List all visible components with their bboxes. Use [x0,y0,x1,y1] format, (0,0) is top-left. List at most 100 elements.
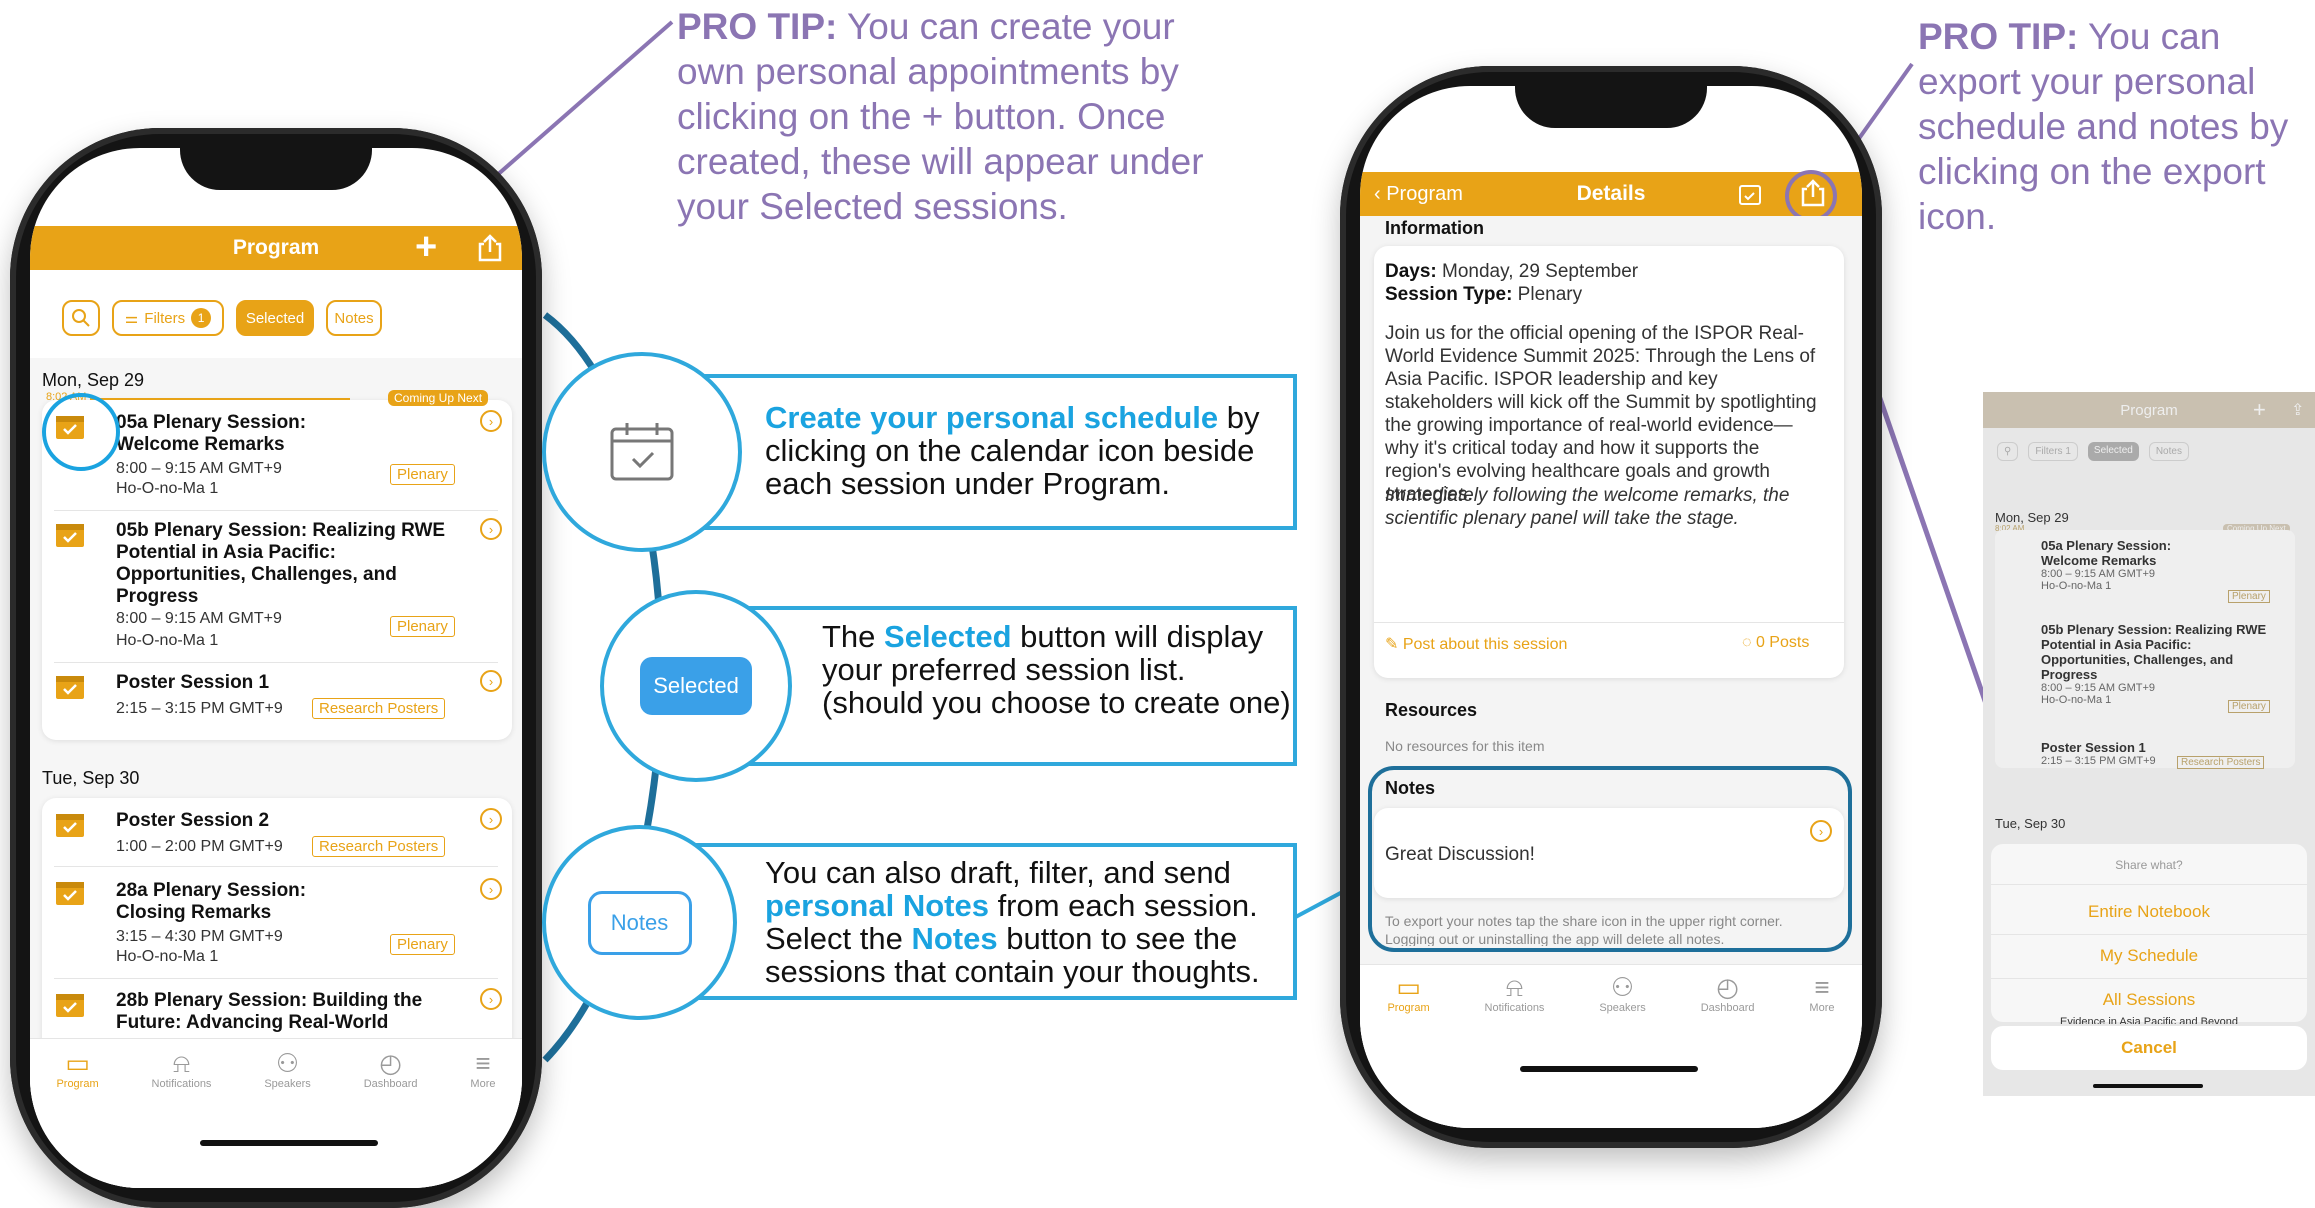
session-title[interactable]: 05b Plenary Session: Realizing RWE Poten… [116,520,468,608]
callout-notes-circle: Notes [542,825,737,1020]
calendar-check-icon[interactable] [55,990,85,1018]
selected-pill: Selected [2087,442,2139,461]
session-description-2: Immediately following the welcome remark… [1385,485,1790,529]
post-about-link[interactable]: ✎ Post about this session [1385,634,1567,654]
phone-notch [1515,86,1707,128]
session-time: 1:00 – 2:00 PM GMT+9 [116,838,283,855]
selected-button[interactable]: Selected [236,300,314,336]
tab-dashboard[interactable]: ◴ Dashboard [364,1048,418,1090]
tab-more[interactable]: ≡ More [470,1048,495,1090]
export-icon[interactable] [477,234,503,262]
filters-pill: Filters 1 [2028,442,2078,461]
posts-count[interactable]: ◌ 0 Posts [1742,634,1809,652]
session-time: 3:15 – 4:30 PM GMT+9 [116,928,283,945]
details-title: Details [1576,182,1646,205]
export-highlight-circle [1785,170,1837,222]
session-time: 8:00 – 9:15 AM GMT+9 [116,610,282,627]
notes-pill: Notes [2148,442,2189,461]
calendar-icon: ▭ [65,1048,90,1078]
chevron-right-icon[interactable]: › [480,808,502,830]
session-title[interactable]: 05a Plenary Session: Welcome Remarks [116,412,346,456]
session-title[interactable]: Poster Session 1 [116,672,416,694]
chat-icon: ◌ [1742,634,1756,651]
cancel-button[interactable]: Cancel [1991,1026,2307,1070]
session-location: Ho-O-no-Ma 1 [116,632,219,649]
type-line: Session Type: Plenary [1385,284,1583,305]
export-icon: ⇪ [2291,402,2305,419]
resources-title: Resources [1385,700,1478,720]
details-screen: ‹ Program Details Information Days: Mond… [1360,86,1862,1128]
tab-more[interactable]: ≡ More [1809,972,1834,1014]
tab-notifications[interactable]: ⍾ Notifications [1485,972,1545,1014]
phone-notch [180,148,372,190]
chevron-right-icon[interactable]: › [480,670,502,692]
session-tag: Plenary [390,616,455,637]
phone-details: ‹ Program Details Information Days: Mond… [1340,66,1882,1148]
home-indicator [200,1140,378,1146]
share-sheet: Share what? Entire Notebook My Schedule … [1991,844,2307,1022]
notes-button-sample: Notes [587,890,692,955]
pro-tip-left: PRO TIP: You can create your own persona… [677,6,1204,227]
share-screen: Program + ⇪ ⚲ Filters 1 Selected Notes M… [1983,392,2315,1096]
share-sheet-title: Share what? [2115,858,2183,872]
search-icon [72,309,90,327]
session-tag: Research Posters [312,698,446,719]
add-icon: + [2253,397,2266,422]
calendar-check-icon[interactable] [55,810,85,838]
tab-bar: ▭ Program ⍾ Notifications ⚇ Speakers ◴ Dashb… [1360,972,1862,1014]
calendar-check-icon [610,423,674,481]
share-session-2: 05b Plenary Session: Realizing RWE Poten… [2041,622,2267,706]
phone-program: Program + ⚌ Filters 1 Selected Notes Mon… [10,128,542,1208]
program-header: Program + [30,226,522,270]
gauge-icon: ◴ [379,1048,402,1078]
tab-speakers[interactable]: ⚇ Speakers [1599,972,1645,1014]
callout-schedule-text: Create your personal schedule by clickin… [765,400,1260,501]
edit-icon: ✎ [1385,636,1403,653]
program-header-title: Program [232,236,320,259]
calendar-icon: ▭ [1396,972,1421,1002]
tab-speakers[interactable]: ⚇ Speakers [264,1048,310,1090]
share-header: Program + ⇪ [1983,392,2315,428]
notes-button[interactable]: Notes [326,300,382,336]
share-tag: Research Posters [2177,756,2265,769]
session-title[interactable]: 28a Plenary Session: Closing Remarks [116,880,346,924]
day-label-mon: Mon, Sep 29 [42,370,145,390]
session-time: 8:00 – 9:15 AM GMT+9 [116,460,282,477]
add-icon[interactable]: + [415,228,437,266]
calendar-check-icon[interactable] [55,672,85,700]
program-screen: Program + ⚌ Filters 1 Selected Notes Mon… [30,148,522,1188]
tab-program[interactable]: ▭ Program [1387,972,1429,1014]
callout-selected-text: The Selected button will display your pr… [822,619,1291,720]
coming-up-badge: Coming Up Next [388,390,489,406]
search-icon: ⚲ [1997,442,2019,461]
option-entire-notebook[interactable]: Entire Notebook [1991,902,2307,922]
option-all-sessions[interactable]: All Sessions [1991,990,2307,1010]
tab-notifications[interactable]: ⍾ Notifications [152,1048,212,1090]
share-day1: Mon, Sep 29 [1995,510,2069,525]
session-title[interactable]: 28b Plenary Session: Building the Future… [116,990,456,1034]
session-location: Ho-O-no-Ma 1 [116,948,219,965]
home-indicator [2093,1084,2203,1088]
session-description: Join us for the official opening of the … [1385,323,1817,505]
day-label-tue: Tue, Sep 30 [42,768,140,788]
calendar-check-icon[interactable] [55,878,85,906]
notes-highlight-box [1368,766,1852,952]
session-title[interactable]: Poster Session 2 [116,810,416,832]
pro-tip-right: PRO TIP: You can export your personal sc… [1918,16,2289,237]
back-button[interactable]: ‹ Program [1374,183,1463,206]
calendar-check-icon[interactable] [1738,182,1762,206]
calendar-check-icon[interactable] [55,520,85,548]
tab-program[interactable]: ▭ Program [56,1048,98,1090]
option-my-schedule[interactable]: My Schedule [1991,946,2307,966]
tab-dashboard[interactable]: ◴ Dashboard [1701,972,1755,1014]
resources-empty: No resources for this item [1385,738,1545,754]
search-button[interactable] [62,300,100,336]
chevron-right-icon[interactable]: › [480,410,502,432]
session-time: 2:15 – 3:15 PM GMT+9 [116,700,283,717]
share-tag: Plenary [2228,590,2270,603]
chevron-right-icon[interactable]: › [480,988,502,1010]
now-line [90,398,350,400]
filters-button[interactable]: ⚌ Filters 1 [112,300,224,336]
chevron-right-icon[interactable]: › [480,518,502,540]
chevron-right-icon[interactable]: › [480,878,502,900]
